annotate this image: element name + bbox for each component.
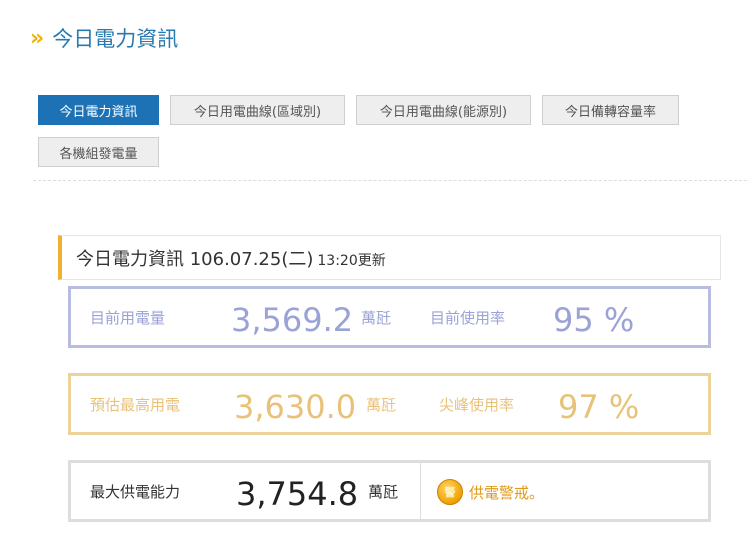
forecast-peak-box: 預估最高用電 3,630.0 萬瓩 尖峰使用率 97 % [68,373,711,435]
info-header: 今日電力資訊 106.07.25(二) 13:20更新 [58,235,721,280]
divider [33,180,747,181]
supply-status-text: 供電警戒。 [469,483,545,502]
max-capacity-value: 3,754.8 [236,475,359,513]
forecast-peak-value: 3,630.0 [234,388,357,426]
current-usage-unit: 萬瓩 [361,309,392,327]
forecast-peak-label: 預估最高用電 [90,396,181,414]
tab-reserve-margin[interactable]: 今日備轉容量率 [542,95,679,125]
max-capacity-box: 最大供電能力 3,754.8 萬瓩 警 供電警戒。 [68,460,711,522]
page-header: » 今日電力資訊 [30,28,178,50]
peak-rate-label: 尖峰使用率 [439,396,515,414]
forecast-peak-unit: 萬瓩 [366,396,397,414]
update-time: 13:20更新 [317,252,386,269]
info-title: 今日電力資訊 106.07.25(二) [76,248,314,270]
separator [420,463,421,519]
current-rate-value: 95 % [553,301,635,339]
tab-generator-output[interactable]: 各機組發電量 [38,137,159,167]
chevron-double-right-icon: » [30,26,44,51]
tab-load-curve-region[interactable]: 今日用電曲線(區域別) [170,95,345,125]
peak-rate-value: 97 % [558,388,640,426]
warning-light-icon: 警 [437,479,463,505]
max-capacity-unit: 萬瓩 [368,483,399,501]
supply-status: 警 供電警戒。 [437,479,544,505]
max-capacity-label: 最大供電能力 [90,483,181,501]
current-usage-label: 目前用電量 [90,309,166,327]
current-usage-value: 3,569.2 [231,301,354,339]
current-rate-label: 目前使用率 [430,309,506,327]
current-usage-box: 目前用電量 3,569.2 萬瓩 目前使用率 95 % [68,286,711,348]
page-title: 今日電力資訊 [52,26,179,51]
tab-power-info[interactable]: 今日電力資訊 [38,95,159,125]
tab-load-curve-energy[interactable]: 今日用電曲線(能源別) [356,95,531,125]
